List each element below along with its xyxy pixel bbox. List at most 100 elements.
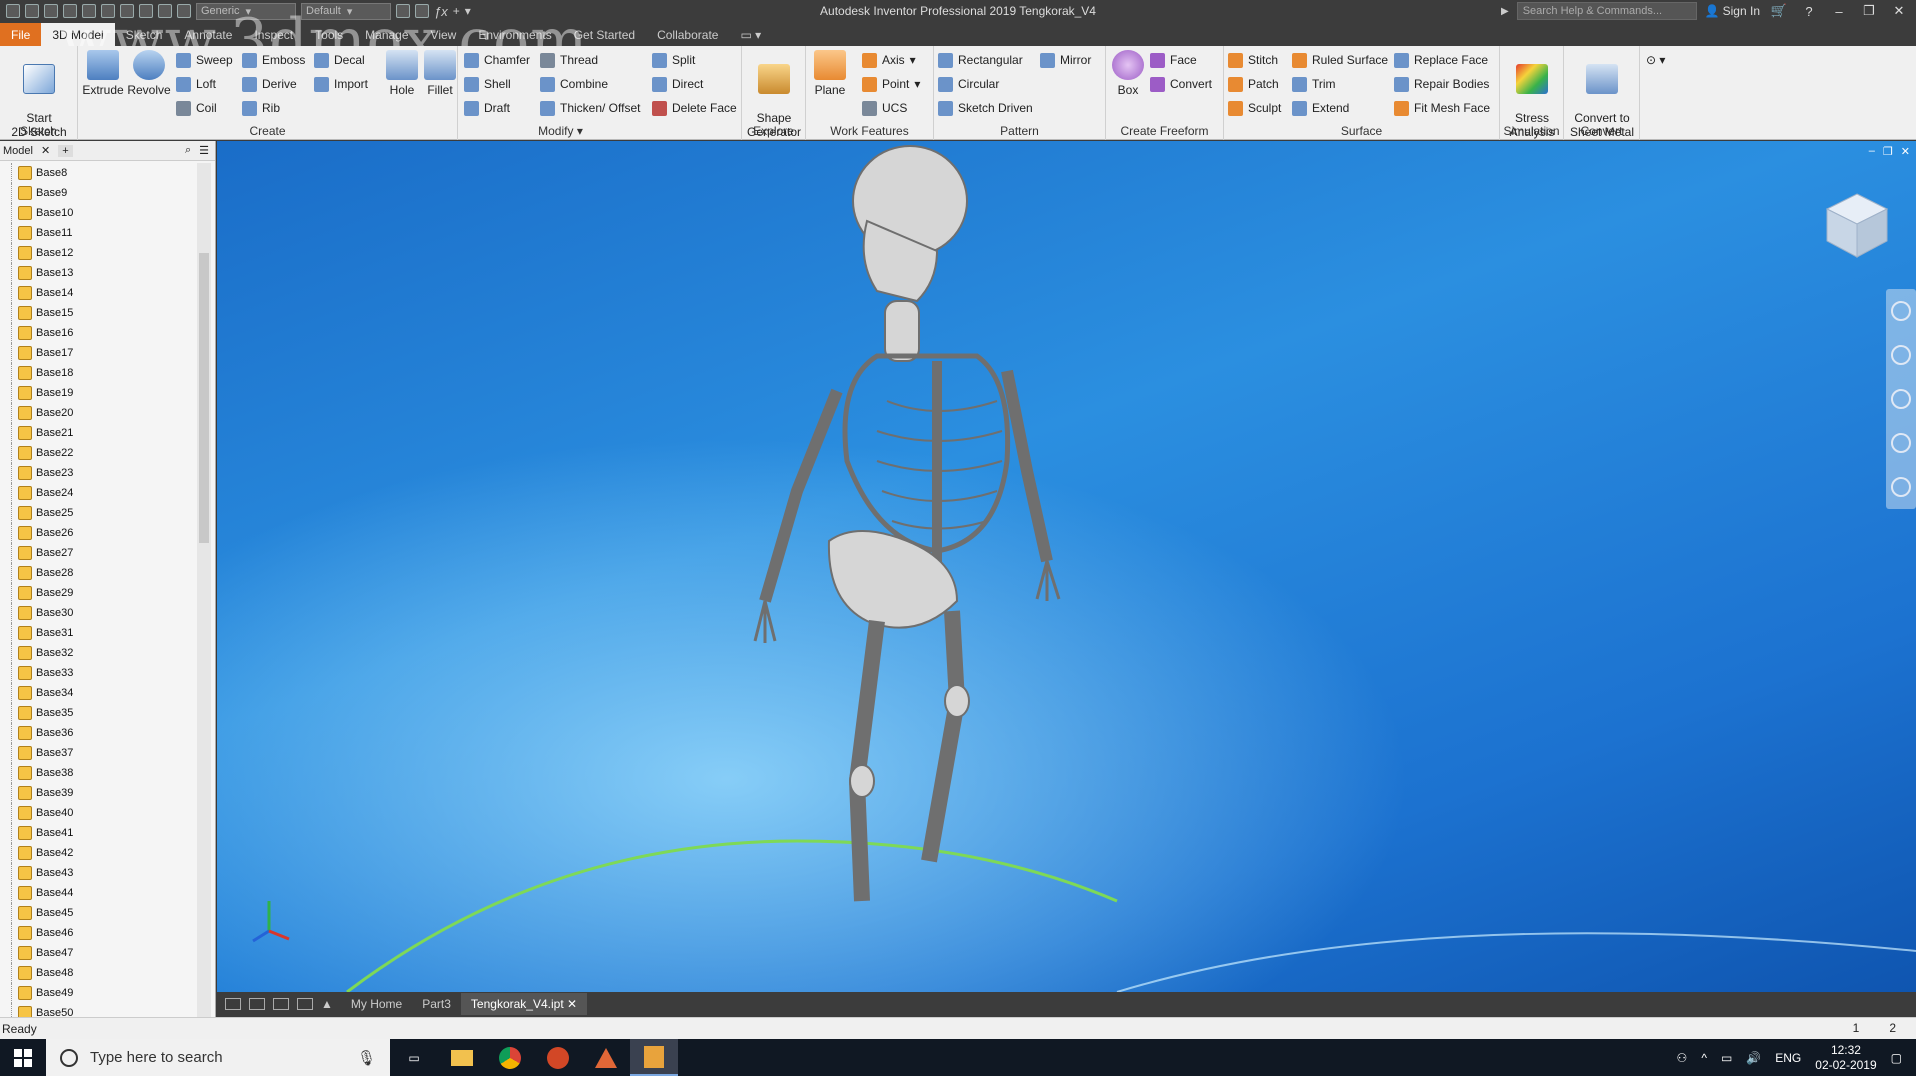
- circular-pattern-button[interactable]: Circular: [938, 74, 999, 94]
- tree-item[interactable]: Base50: [0, 1003, 196, 1017]
- tree-item[interactable]: Base49: [0, 983, 196, 1003]
- restore-button[interactable]: ❐: [1858, 3, 1880, 19]
- expand-arrow-icon[interactable]: ▶: [1501, 6, 1509, 17]
- save-icon[interactable]: [63, 4, 77, 18]
- chamfer-button[interactable]: Chamfer: [464, 50, 530, 70]
- loft-button[interactable]: Loft: [176, 74, 216, 94]
- tree-item[interactable]: Base44: [0, 883, 196, 903]
- viewport-restore-icon[interactable]: ❐: [1883, 145, 1893, 158]
- rib-button[interactable]: Rib: [242, 98, 280, 118]
- tree-item[interactable]: Base17: [0, 343, 196, 363]
- tree-item[interactable]: Base45: [0, 903, 196, 923]
- orbit-icon[interactable]: [1891, 433, 1911, 453]
- emboss-button[interactable]: Emboss: [242, 50, 305, 70]
- axis-button[interactable]: Axis ▾: [862, 50, 916, 70]
- view-cube[interactable]: [1822, 189, 1892, 259]
- taskbar-search[interactable]: Type here to search 🎙: [46, 1039, 390, 1076]
- tree-item[interactable]: Base9: [0, 183, 196, 203]
- sculpt-button[interactable]: Sculpt: [1228, 98, 1281, 118]
- tab-annotate[interactable]: Annotate: [173, 23, 243, 46]
- pan-icon[interactable]: [1891, 345, 1911, 365]
- tree-item[interactable]: Base16: [0, 323, 196, 343]
- tile-icon[interactable]: [249, 998, 265, 1010]
- tree-item[interactable]: Base14: [0, 283, 196, 303]
- cart-icon[interactable]: 🛒: [1768, 3, 1790, 19]
- panel-label-modify[interactable]: Modify ▾: [380, 124, 741, 138]
- box-button[interactable]: Box: [1110, 50, 1146, 97]
- tree-item[interactable]: Base38: [0, 763, 196, 783]
- tab-file[interactable]: File: [0, 23, 42, 46]
- tile-horizontal-icon[interactable]: [273, 998, 289, 1010]
- start-button[interactable]: [0, 1039, 46, 1076]
- tray-expand-icon[interactable]: ^: [1701, 1051, 1707, 1065]
- combine-button[interactable]: Combine: [540, 74, 608, 94]
- tab-3d-model[interactable]: 3D Model: [41, 23, 115, 46]
- tree-item[interactable]: Base33: [0, 663, 196, 683]
- tree-item[interactable]: Base35: [0, 703, 196, 723]
- undo-icon[interactable]: [82, 4, 96, 18]
- search-icon[interactable]: ⌕: [185, 144, 191, 157]
- tree-item[interactable]: Base32: [0, 643, 196, 663]
- patch-button[interactable]: Patch: [1228, 74, 1279, 94]
- tree-item[interactable]: Base19: [0, 383, 196, 403]
- convert-button[interactable]: Convert: [1150, 74, 1212, 94]
- home-icon[interactable]: [120, 4, 134, 18]
- model-tab[interactable]: Model: [3, 145, 33, 157]
- plane-button[interactable]: Plane: [810, 50, 850, 97]
- repair-bodies-button[interactable]: Repair Bodies: [1394, 74, 1489, 94]
- fit-mesh-face-button[interactable]: Fit Mesh Face: [1394, 98, 1490, 118]
- close-icon[interactable]: ✕: [567, 997, 577, 1011]
- ribbon-extra-dropdown[interactable]: ⊙ ▾: [1646, 50, 1665, 70]
- tab-tools[interactable]: Tools: [304, 23, 354, 46]
- sign-in-button[interactable]: 👤 Sign In: [1705, 4, 1760, 18]
- task-view-icon[interactable]: ▭: [390, 1039, 438, 1076]
- tab-sketch[interactable]: Sketch: [115, 23, 174, 46]
- viewport-close-icon[interactable]: ✕: [1901, 145, 1910, 158]
- extend-button[interactable]: Extend: [1292, 98, 1349, 118]
- coil-button[interactable]: Coil: [176, 98, 217, 118]
- people-icon[interactable]: ⚇: [1677, 1051, 1688, 1065]
- delete-face-button[interactable]: Delete Face: [652, 98, 737, 118]
- tree-item[interactable]: Base36: [0, 723, 196, 743]
- zoom-icon[interactable]: [1891, 389, 1911, 409]
- tab-collaborate[interactable]: Collaborate: [646, 23, 729, 46]
- doc-tab-part3[interactable]: Part3: [412, 993, 461, 1015]
- tree-item[interactable]: Base10: [0, 203, 196, 223]
- rectangular-pattern-button[interactable]: Rectangular: [938, 50, 1023, 70]
- tree-item[interactable]: Base25: [0, 503, 196, 523]
- add-tab-icon[interactable]: +: [58, 144, 73, 157]
- cascade-icon[interactable]: [225, 998, 241, 1010]
- inventor-icon[interactable]: [630, 1039, 678, 1076]
- tree-item[interactable]: Base13: [0, 263, 196, 283]
- redo-icon[interactable]: [101, 4, 115, 18]
- tree-item[interactable]: Base29: [0, 583, 196, 603]
- tree-item[interactable]: Base27: [0, 543, 196, 563]
- tree-item[interactable]: Base20: [0, 403, 196, 423]
- tree-item[interactable]: Base43: [0, 863, 196, 883]
- open-icon[interactable]: [44, 4, 58, 18]
- split-button[interactable]: Split: [652, 50, 695, 70]
- adjust-icon[interactable]: [396, 4, 410, 18]
- clear-icon[interactable]: [415, 4, 429, 18]
- chrome-icon[interactable]: [486, 1039, 534, 1076]
- doc-tab-tengkorak[interactable]: Tengkorak_V4.ipt ✕: [460, 993, 588, 1015]
- sketch-driven-button[interactable]: Sketch Driven: [938, 98, 1033, 118]
- doc-tab-my-home[interactable]: My Home: [341, 993, 412, 1015]
- ruled-surface-button[interactable]: Ruled Surface: [1292, 50, 1388, 70]
- tree-item[interactable]: Base41: [0, 823, 196, 843]
- close-button[interactable]: ✕: [1888, 3, 1910, 19]
- tree-item[interactable]: Base15: [0, 303, 196, 323]
- direct-button[interactable]: Direct: [652, 74, 703, 94]
- tree-item[interactable]: Base28: [0, 563, 196, 583]
- tree-item[interactable]: Base21: [0, 423, 196, 443]
- tree-item[interactable]: Base46: [0, 923, 196, 943]
- steering-wheel-icon[interactable]: [1891, 301, 1911, 321]
- point-button[interactable]: Point ▾: [862, 74, 920, 94]
- tree-item[interactable]: Base40: [0, 803, 196, 823]
- arrange-up-icon[interactable]: ▲: [321, 997, 333, 1011]
- menu-icon[interactable]: ☰: [199, 144, 209, 157]
- hole-button[interactable]: Hole: [384, 50, 420, 97]
- tile-vertical-icon[interactable]: [297, 998, 313, 1010]
- fx-icon[interactable]: ƒx: [434, 4, 448, 19]
- language-indicator[interactable]: ENG: [1775, 1051, 1801, 1065]
